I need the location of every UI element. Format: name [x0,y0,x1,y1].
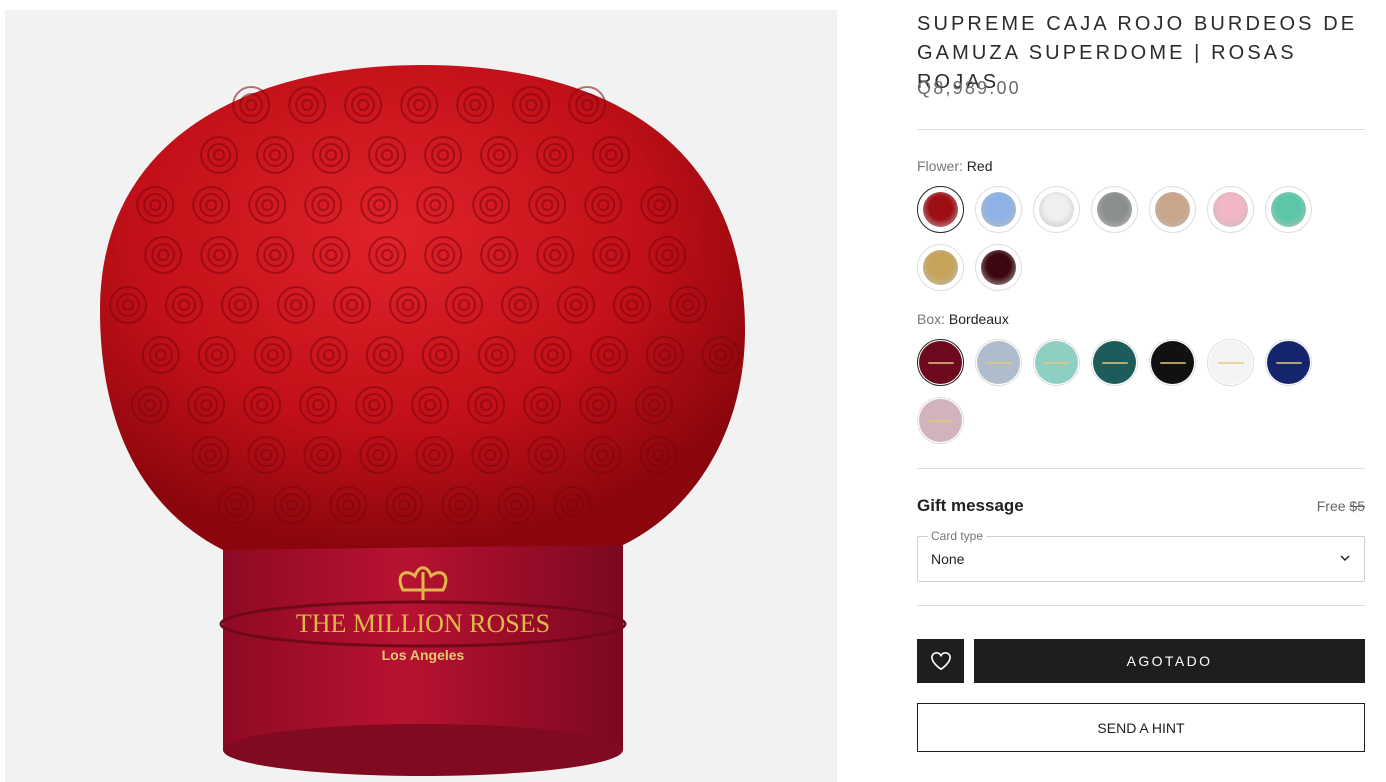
box-swatch[interactable] [917,397,964,444]
rose-dome [100,65,745,550]
rose-thumbnail [981,250,1016,285]
box-swatch[interactable] [917,339,964,386]
box-swatch[interactable] [1149,339,1196,386]
flower-swatch[interactable] [1033,186,1080,233]
box-thumbnail [1267,341,1310,384]
card-type-label: Card type [928,529,987,543]
brand-text: THE MILLION ROSES [296,609,550,638]
divider [917,605,1365,606]
card-type-value: None [931,551,965,567]
box-swatch[interactable] [1265,339,1312,386]
flower-label-text: Flower: [917,158,963,174]
flower-swatch[interactable] [1091,186,1138,233]
product-photo: THE MILLION ROSES Los Angeles [100,65,745,776]
box-swatch[interactable] [1091,339,1138,386]
rose-thumbnail [1039,192,1074,227]
flower-swatch[interactable] [1265,186,1312,233]
flower-swatch[interactable] [1207,186,1254,233]
box-thumbnail [919,341,962,384]
wishlist-button[interactable] [917,639,964,683]
box-label-text: Box: [917,311,946,327]
sold-out-button[interactable]: AGOTADO [974,639,1365,683]
gift-message-price: Free $5 [1317,498,1365,514]
card-type-select[interactable]: Card type None [917,529,1365,582]
rose-thumbnail [1155,192,1190,227]
rose-thumbnail [1271,192,1306,227]
chevron-down-icon [1340,555,1350,562]
flower-swatch[interactable] [917,186,964,233]
gift-price-free: Free [1316,498,1346,514]
rose-thumbnail [1097,192,1132,227]
divider [917,468,1365,469]
box-swatch[interactable] [1207,339,1254,386]
flower-swatch[interactable] [917,244,964,291]
box-option-label: Box: Bordeaux [917,311,1009,327]
send-hint-button[interactable]: SEND A HINT [917,703,1365,752]
box-selected-value: Bordeaux [948,311,1009,327]
box-thumbnail [1035,341,1078,384]
flower-swatch[interactable] [975,186,1022,233]
flower-option-label: Flower: Red [917,158,992,174]
flower-swatch[interactable] [1149,186,1196,233]
rose-thumbnail [923,250,958,285]
box-thumbnail [977,341,1020,384]
box-thumbnail [1151,341,1194,384]
heart-icon [930,651,951,671]
product-price: Q8,989.00 [917,78,1021,98]
rose-thumbnail [1213,192,1248,227]
box-thumbnail [919,399,962,442]
box-thumbnail [1093,341,1136,384]
box-thumbnail [1209,341,1252,384]
divider [917,129,1365,130]
flower-selected-value: Red [966,158,993,174]
product-image[interactable]: THE MILLION ROSES Los Angeles [5,10,837,782]
box-swatch[interactable] [1033,339,1080,386]
box-swatch[interactable] [975,339,1022,386]
brand-sub-text: Los Angeles [382,647,465,663]
rose-thumbnail [923,192,958,227]
flower-swatch[interactable] [975,244,1022,291]
gift-message-title: Gift message [917,496,1024,515]
rose-thumbnail [981,192,1016,227]
gift-price-old: $5 [1349,498,1365,514]
